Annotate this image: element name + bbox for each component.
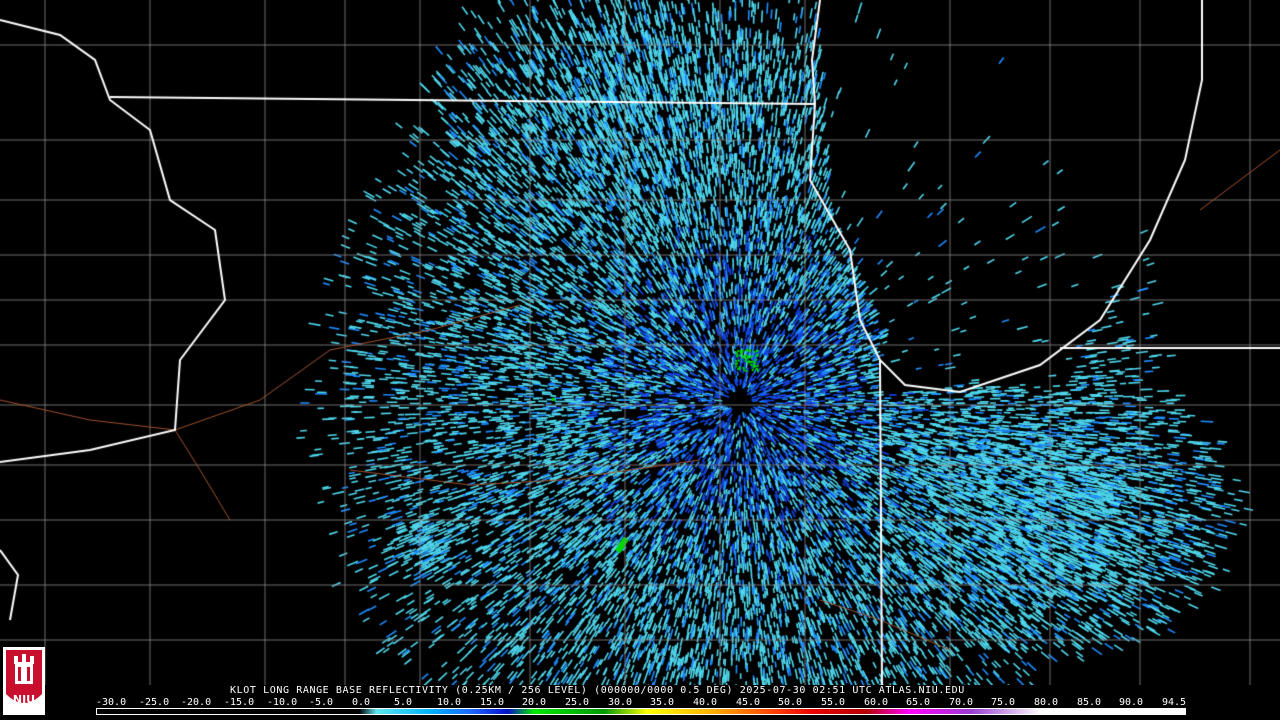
scale-label: 75.0 [991,697,1016,708]
scale-label: 25.0 [565,697,590,708]
scale-label: 30.0 [608,697,633,708]
scale-label: -20.0 [181,697,212,708]
scale-label: 85.0 [1077,697,1102,708]
scale-label: 94.5 [1162,697,1187,708]
scale-label: 20.0 [522,697,547,708]
logo-text: NIU [13,693,35,706]
reflectivity-colorbar [96,708,1186,715]
scale-label: 90.0 [1119,697,1144,708]
scale-label: -25.0 [139,697,170,708]
scale-label: 15.0 [480,697,505,708]
scale-label: 60.0 [864,697,889,708]
scale-label: 35.0 [650,697,675,708]
scale-label: 40.0 [693,697,718,708]
scale-label: 0.0 [352,697,371,708]
scale-label: 65.0 [906,697,931,708]
scale-label: 55.0 [821,697,846,708]
scale-label: 80.0 [1034,697,1059,708]
scale-label: 70.0 [949,697,974,708]
scale-label: -15.0 [224,697,255,708]
scale-label: 5.0 [394,697,413,708]
scale-label: -10.0 [267,697,298,708]
scale-label: 45.0 [736,697,761,708]
scale-label: 10.0 [437,697,462,708]
radar-map [0,0,1280,685]
scale-label: -30.0 [96,697,127,708]
scale-label: 50.0 [778,697,803,708]
scale-label: -5.0 [309,697,334,708]
product-caption: KLOT LONG RANGE BASE REFLECTIVITY (0.25K… [230,685,965,696]
niu-logo-icon: NIU [3,647,45,715]
